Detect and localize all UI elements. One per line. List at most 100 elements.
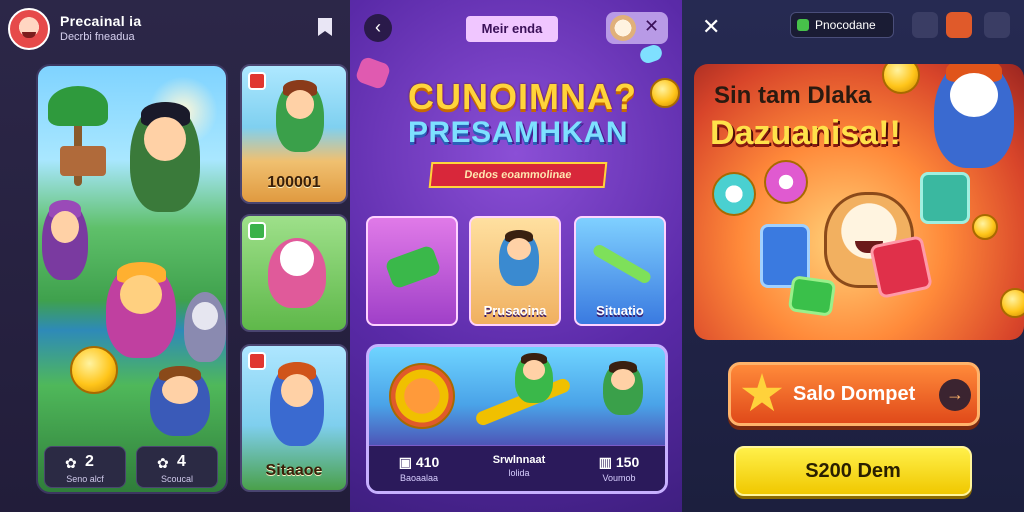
character-face	[279, 240, 315, 276]
bunny-character	[184, 292, 226, 362]
box-item	[920, 172, 970, 224]
character-face	[285, 90, 315, 119]
stat-box-2[interactable]: ✿ 4 Scoucal	[136, 446, 218, 488]
promo-panel: ‹ Meir enda ✕ CUNOIMNA? PRESAMHKAN Dedos…	[350, 0, 682, 512]
kid-character	[499, 230, 539, 286]
mascot-icon[interactable]	[946, 12, 972, 38]
ring-item	[712, 172, 756, 216]
banner-stats: ▣ 410 Baoaalaa Srwlnnaat lolida ▥ 150 Vo…	[369, 445, 665, 491]
character-face	[611, 368, 635, 391]
logo-line-1: CUNOIMNA?	[408, 76, 637, 117]
coin-decoration	[882, 64, 920, 94]
game-tile-2[interactable]	[240, 214, 348, 332]
game-tile-3[interactable]: Sitaaoe	[240, 344, 348, 492]
featured-game-card[interactable]: ✿ 2 Seno alcf ✿ 4 Scoucal	[36, 64, 228, 494]
boy-character	[276, 80, 324, 152]
back-button[interactable]: ‹	[364, 14, 392, 42]
amount-button[interactable]: S200 Dem	[734, 446, 972, 496]
tile-caption: Sitaaoe	[265, 462, 323, 479]
page-title: Precainal ia	[60, 13, 142, 29]
character-face	[507, 237, 531, 261]
banner-stat-3: ▥ 150 Voumob	[569, 454, 665, 483]
menu-pill[interactable]: Meir enda	[466, 16, 558, 42]
coin-decoration	[972, 214, 998, 240]
jumping-character	[515, 353, 553, 403]
stat-box-1[interactable]: ✿ 2 Seno alcf	[44, 446, 126, 488]
wallet-button-label: Salo Dompet	[793, 383, 916, 405]
arrow-right-icon: →	[939, 379, 971, 411]
character-face	[522, 360, 546, 380]
close-icon[interactable]: ✕	[702, 14, 720, 40]
stat-value: 2	[85, 453, 94, 470]
mode-card-2[interactable]: Prusaoina	[469, 216, 561, 326]
character-face	[144, 117, 186, 162]
avatar[interactable]	[610, 15, 636, 41]
banner-stat-1: ▣ 410 Baoaalaa	[369, 454, 469, 483]
box-item	[868, 234, 934, 300]
character-face	[950, 73, 998, 118]
stick-item	[591, 242, 653, 286]
logo-line-2: PRESAMHKAN	[408, 116, 629, 149]
stat-label: Voumob	[602, 473, 636, 483]
promo-title: Dazuanisa!!	[710, 114, 901, 152]
mode-card-3[interactable]: Situatio	[574, 216, 666, 326]
stat-label: lolida	[508, 468, 530, 478]
boy-character	[270, 362, 324, 446]
character-face	[120, 275, 162, 314]
coin-decoration	[650, 78, 680, 108]
badge-icon	[248, 352, 266, 370]
kid-character	[150, 366, 210, 436]
character-face	[162, 375, 198, 404]
stat-value: Srwlnnaat	[492, 454, 546, 466]
close-icon[interactable]: ✕	[644, 16, 659, 37]
gem-decoration	[354, 55, 392, 91]
tool-item	[384, 244, 442, 290]
coin-decoration	[1000, 288, 1024, 318]
cat-character	[106, 262, 176, 358]
palm-tree	[48, 86, 108, 126]
star-icon	[741, 373, 783, 412]
target-wheel	[389, 363, 455, 429]
game-tile-1[interactable]: 100001	[240, 64, 348, 204]
card-label: Situatio	[596, 303, 644, 318]
wallet-button[interactable]: Salo Dompet →	[728, 362, 980, 426]
box-item	[787, 275, 837, 317]
hero-character	[130, 102, 200, 212]
kid-character	[603, 361, 643, 415]
disc-item	[70, 346, 118, 394]
character-face	[192, 301, 218, 330]
tile-caption: 100001	[267, 174, 321, 191]
side-character	[42, 200, 88, 280]
badge-icon	[248, 72, 266, 90]
stat-label: Scoucal	[160, 474, 194, 484]
card-label: Prusaoina	[483, 303, 547, 318]
bookmark-icon[interactable]	[318, 18, 332, 36]
character-face	[51, 211, 79, 244]
game-list-panel: Precainal ia Decrbi fneadua ✿ 2 Seno alc…	[0, 0, 350, 512]
wallet-promo-card: Sin tam Dlaka Dazuanisa!!	[694, 64, 1024, 340]
status-chip[interactable]: Pnocodane	[790, 12, 894, 38]
gem-decoration	[637, 42, 665, 66]
stat-value: 4	[177, 453, 186, 470]
logo-ribbon: Dedos eoammolinae	[428, 162, 608, 188]
stat-value: ▥ 150	[598, 454, 640, 470]
banner-stat-2: Srwlnnaat lolida	[469, 454, 569, 478]
mode-card-1[interactable]	[366, 216, 458, 326]
event-banner[interactable]: ▣ 410 Baoaalaa Srwlnnaat lolida ▥ 150 Vo…	[366, 344, 668, 494]
character-face	[280, 373, 314, 408]
ring-item	[764, 160, 808, 204]
wallet-panel: ✕ Pnocodane Sin tam Dlaka Dazuanisa!! Sa…	[682, 0, 1024, 512]
hut	[60, 146, 106, 176]
grid-icon[interactable]	[984, 12, 1010, 38]
pet-character	[268, 238, 326, 308]
page-subtitle: Decrbi fneadua	[60, 31, 135, 43]
stat-label: Seno alcf	[66, 474, 104, 484]
app-screenshot: Precainal ia Decrbi fneadua ✿ 2 Seno alc…	[0, 0, 1024, 512]
profile-close-group: ✕	[606, 12, 668, 44]
fox-mascot	[934, 64, 1014, 168]
stat-value: ▣ 410	[398, 454, 440, 470]
badge-icon	[248, 222, 266, 240]
phone-icon[interactable]	[912, 12, 938, 38]
stat-label: Baoaalaa	[399, 473, 439, 483]
avatar[interactable]	[8, 8, 50, 50]
